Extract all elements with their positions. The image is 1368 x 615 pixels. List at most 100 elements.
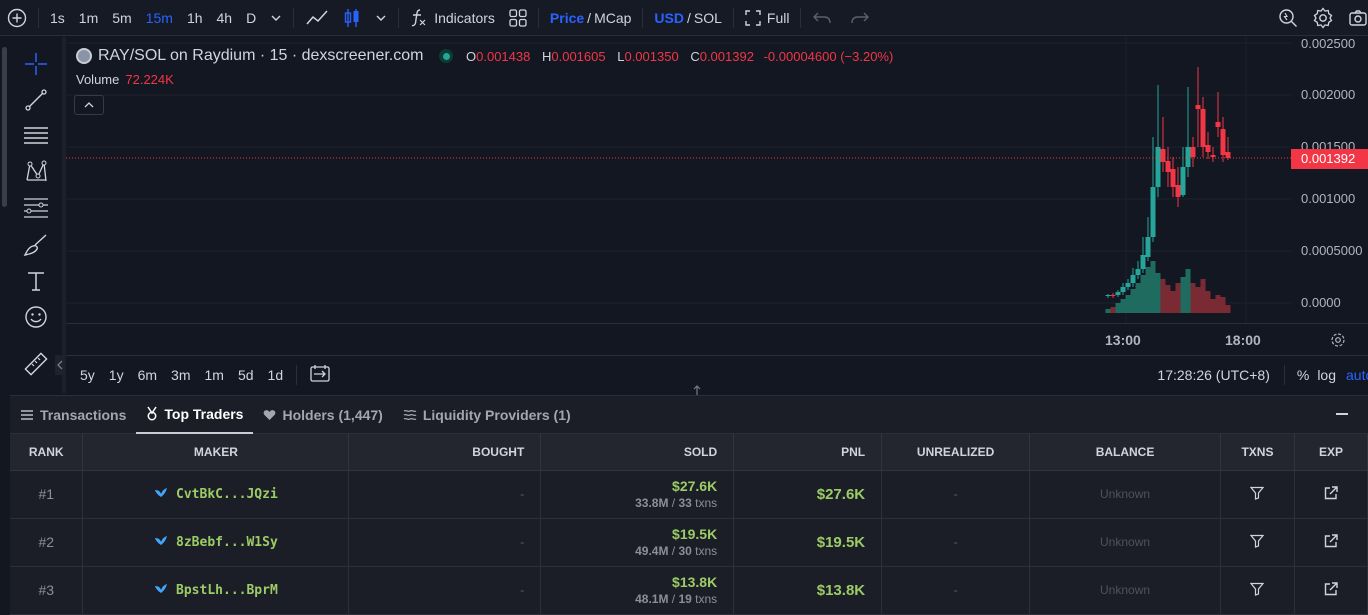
toolbar-divider — [38, 7, 39, 28]
maker-cell[interactable]: 8zBebf...W1Sy — [82, 518, 350, 567]
tab-label: Holders (1,447) — [282, 406, 383, 423]
indicators-button[interactable]: Indicators — [403, 0, 502, 36]
interval-5m[interactable]: 5m — [105, 0, 138, 36]
candlestick-chart[interactable] — [66, 37, 1291, 323]
range-1m[interactable]: 1m — [198, 367, 231, 383]
timezone-clock[interactable]: 17:28:26 (UTC+8) — [1157, 367, 1269, 383]
maker-address[interactable]: BpstLh...BprM — [176, 583, 278, 598]
minimize-panel-button[interactable] — [1336, 413, 1348, 415]
emoji-tool[interactable] — [22, 303, 50, 331]
explorer-link-button[interactable] — [1294, 470, 1368, 519]
range-5y[interactable]: 5y — [66, 367, 102, 383]
tab-top-traders[interactable]: Top Traders — [136, 396, 254, 434]
col-rank[interactable]: RANK — [10, 434, 84, 471]
goto-date-button[interactable] — [303, 364, 337, 385]
price-tick: 0.0005000 — [1301, 243, 1363, 258]
toolbar-right-group — [1271, 0, 1368, 36]
log-scale-toggle[interactable]: log — [1317, 367, 1336, 383]
time-axis[interactable]: 13:00 18:00 — [66, 323, 1368, 355]
table-row[interactable]: #1 CvtBkC...JQzi - $27.6K 33.8M / 33 txns… — [10, 470, 1368, 519]
interval-dropdown[interactable] — [263, 0, 289, 36]
range-3m[interactable]: 3m — [164, 367, 197, 383]
chevron-up-icon — [84, 102, 94, 108]
undo-button[interactable] — [805, 0, 841, 36]
interval-1m[interactable]: 1m — [72, 0, 105, 36]
col-balance[interactable]: BALANCE — [1029, 434, 1221, 471]
chart-type-dropdown[interactable] — [368, 0, 394, 36]
toolbar-scrollbar[interactable] — [2, 47, 7, 207]
settings-button[interactable] — [1305, 0, 1341, 36]
price-chart[interactable]: RAY/SOL on Raydium · 15 · dexscreener.co… — [66, 37, 1291, 323]
snapshot-button[interactable] — [1341, 0, 1368, 36]
add-symbol-button[interactable] — [0, 0, 34, 36]
tab-liquidity-providers[interactable]: Liquidity Providers (1) — [393, 396, 581, 434]
sol-option[interactable]: SOL — [694, 10, 722, 26]
mcap-option[interactable]: MCap — [594, 10, 631, 26]
collapse-legend-button[interactable] — [74, 95, 104, 115]
table-row[interactable]: #2 8zBebf...W1Sy - $19.5K 49.4M / 30 txns… — [10, 518, 1368, 567]
candle-body — [1200, 109, 1206, 147]
candles-button[interactable] — [336, 0, 368, 36]
explorer-link-button[interactable] — [1294, 566, 1368, 615]
interval-4h[interactable]: 4h — [210, 0, 240, 36]
tab-transactions[interactable]: Transactions — [10, 396, 136, 434]
brush-tool[interactable] — [22, 231, 50, 259]
col-exp[interactable]: EXP — [1294, 434, 1368, 471]
range-6m[interactable]: 6m — [131, 367, 164, 383]
txns-filter-button[interactable] — [1220, 518, 1295, 567]
price-option[interactable]: Price — [550, 10, 584, 26]
col-unrealized[interactable]: UNREALIZED — [881, 434, 1031, 471]
pattern-tool[interactable] — [22, 158, 50, 186]
line-chart-button[interactable] — [298, 0, 336, 36]
trend-line-tool[interactable] — [22, 86, 50, 114]
symbol-title[interactable]: RAY/SOL on Raydium · 15 · dexscreener.co… — [98, 47, 423, 65]
range-1d[interactable]: 1d — [261, 367, 291, 383]
interval-15m[interactable]: 15m — [139, 0, 180, 36]
candle-body — [1195, 105, 1201, 109]
maker-address[interactable]: CvtBkC...JQzi — [176, 487, 278, 502]
crosshair-tool[interactable] — [22, 50, 50, 78]
text-tool[interactable] — [22, 267, 50, 295]
explorer-link-button[interactable] — [1294, 518, 1368, 567]
redo-button[interactable] — [841, 0, 877, 36]
table-row[interactable]: #3 BpstLh...BprM - $13.8K 48.1M / 19 txns… — [10, 566, 1368, 615]
bought-cell: - — [348, 470, 542, 519]
fib-tool[interactable] — [22, 194, 50, 222]
interval-d[interactable]: D — [239, 0, 263, 36]
open-key: O — [466, 49, 477, 64]
fullscreen-button[interactable]: Full — [738, 0, 797, 36]
sold-tokens: 33.8M — [635, 496, 669, 510]
col-sold[interactable]: SOLD — [540, 434, 735, 471]
maker-cell[interactable]: BpstLh...BprM — [82, 566, 350, 615]
interval-1h[interactable]: 1h — [180, 0, 210, 36]
currency-toggle[interactable]: USD / SOL — [647, 0, 728, 36]
collapse-toolbar-button[interactable] — [55, 355, 65, 375]
txns-filter-button[interactable] — [1220, 470, 1295, 519]
price-axis[interactable]: 0.002500 0.002000 0.001500 0.001000 0.00… — [1291, 36, 1368, 323]
auto-scale-toggle[interactable]: auto — [1346, 367, 1368, 383]
toolbar-divider — [642, 7, 644, 28]
txns-filter-button[interactable] — [1220, 566, 1295, 615]
panel-tabs: Transactions Top Traders Holders (1,447)… — [10, 396, 1368, 434]
sold-cell: $13.8K 48.1M / 19 txns — [540, 566, 735, 615]
layouts-button[interactable] — [502, 0, 534, 36]
col-pnl[interactable]: PNL — [733, 434, 883, 471]
tab-holders[interactable]: Holders (1,447) — [253, 396, 392, 434]
col-maker[interactable]: MAKER — [82, 434, 350, 471]
ruler-tool[interactable] — [22, 350, 50, 378]
maker-address[interactable]: 8zBebf...W1Sy — [176, 535, 278, 550]
maker-cell[interactable]: CvtBkC...JQzi — [82, 470, 350, 519]
range-1y[interactable]: 1y — [102, 367, 131, 383]
sold-txns: 19 — [678, 592, 692, 606]
col-bought[interactable]: BOUGHT — [348, 434, 542, 471]
usd-option[interactable]: USD — [654, 10, 684, 26]
price-mcap-toggle[interactable]: Price / MCap — [543, 0, 639, 36]
quick-search-button[interactable] — [1271, 0, 1305, 36]
axis-settings-button[interactable] — [1330, 332, 1346, 351]
percent-scale-toggle[interactable]: % — [1297, 367, 1309, 383]
horizontal-lines-tool[interactable] — [22, 122, 50, 150]
range-5d[interactable]: 5d — [231, 367, 261, 383]
fibonacci-icon — [24, 198, 48, 218]
interval-1s[interactable]: 1s — [43, 0, 72, 36]
col-txns[interactable]: TXNS — [1220, 434, 1295, 471]
